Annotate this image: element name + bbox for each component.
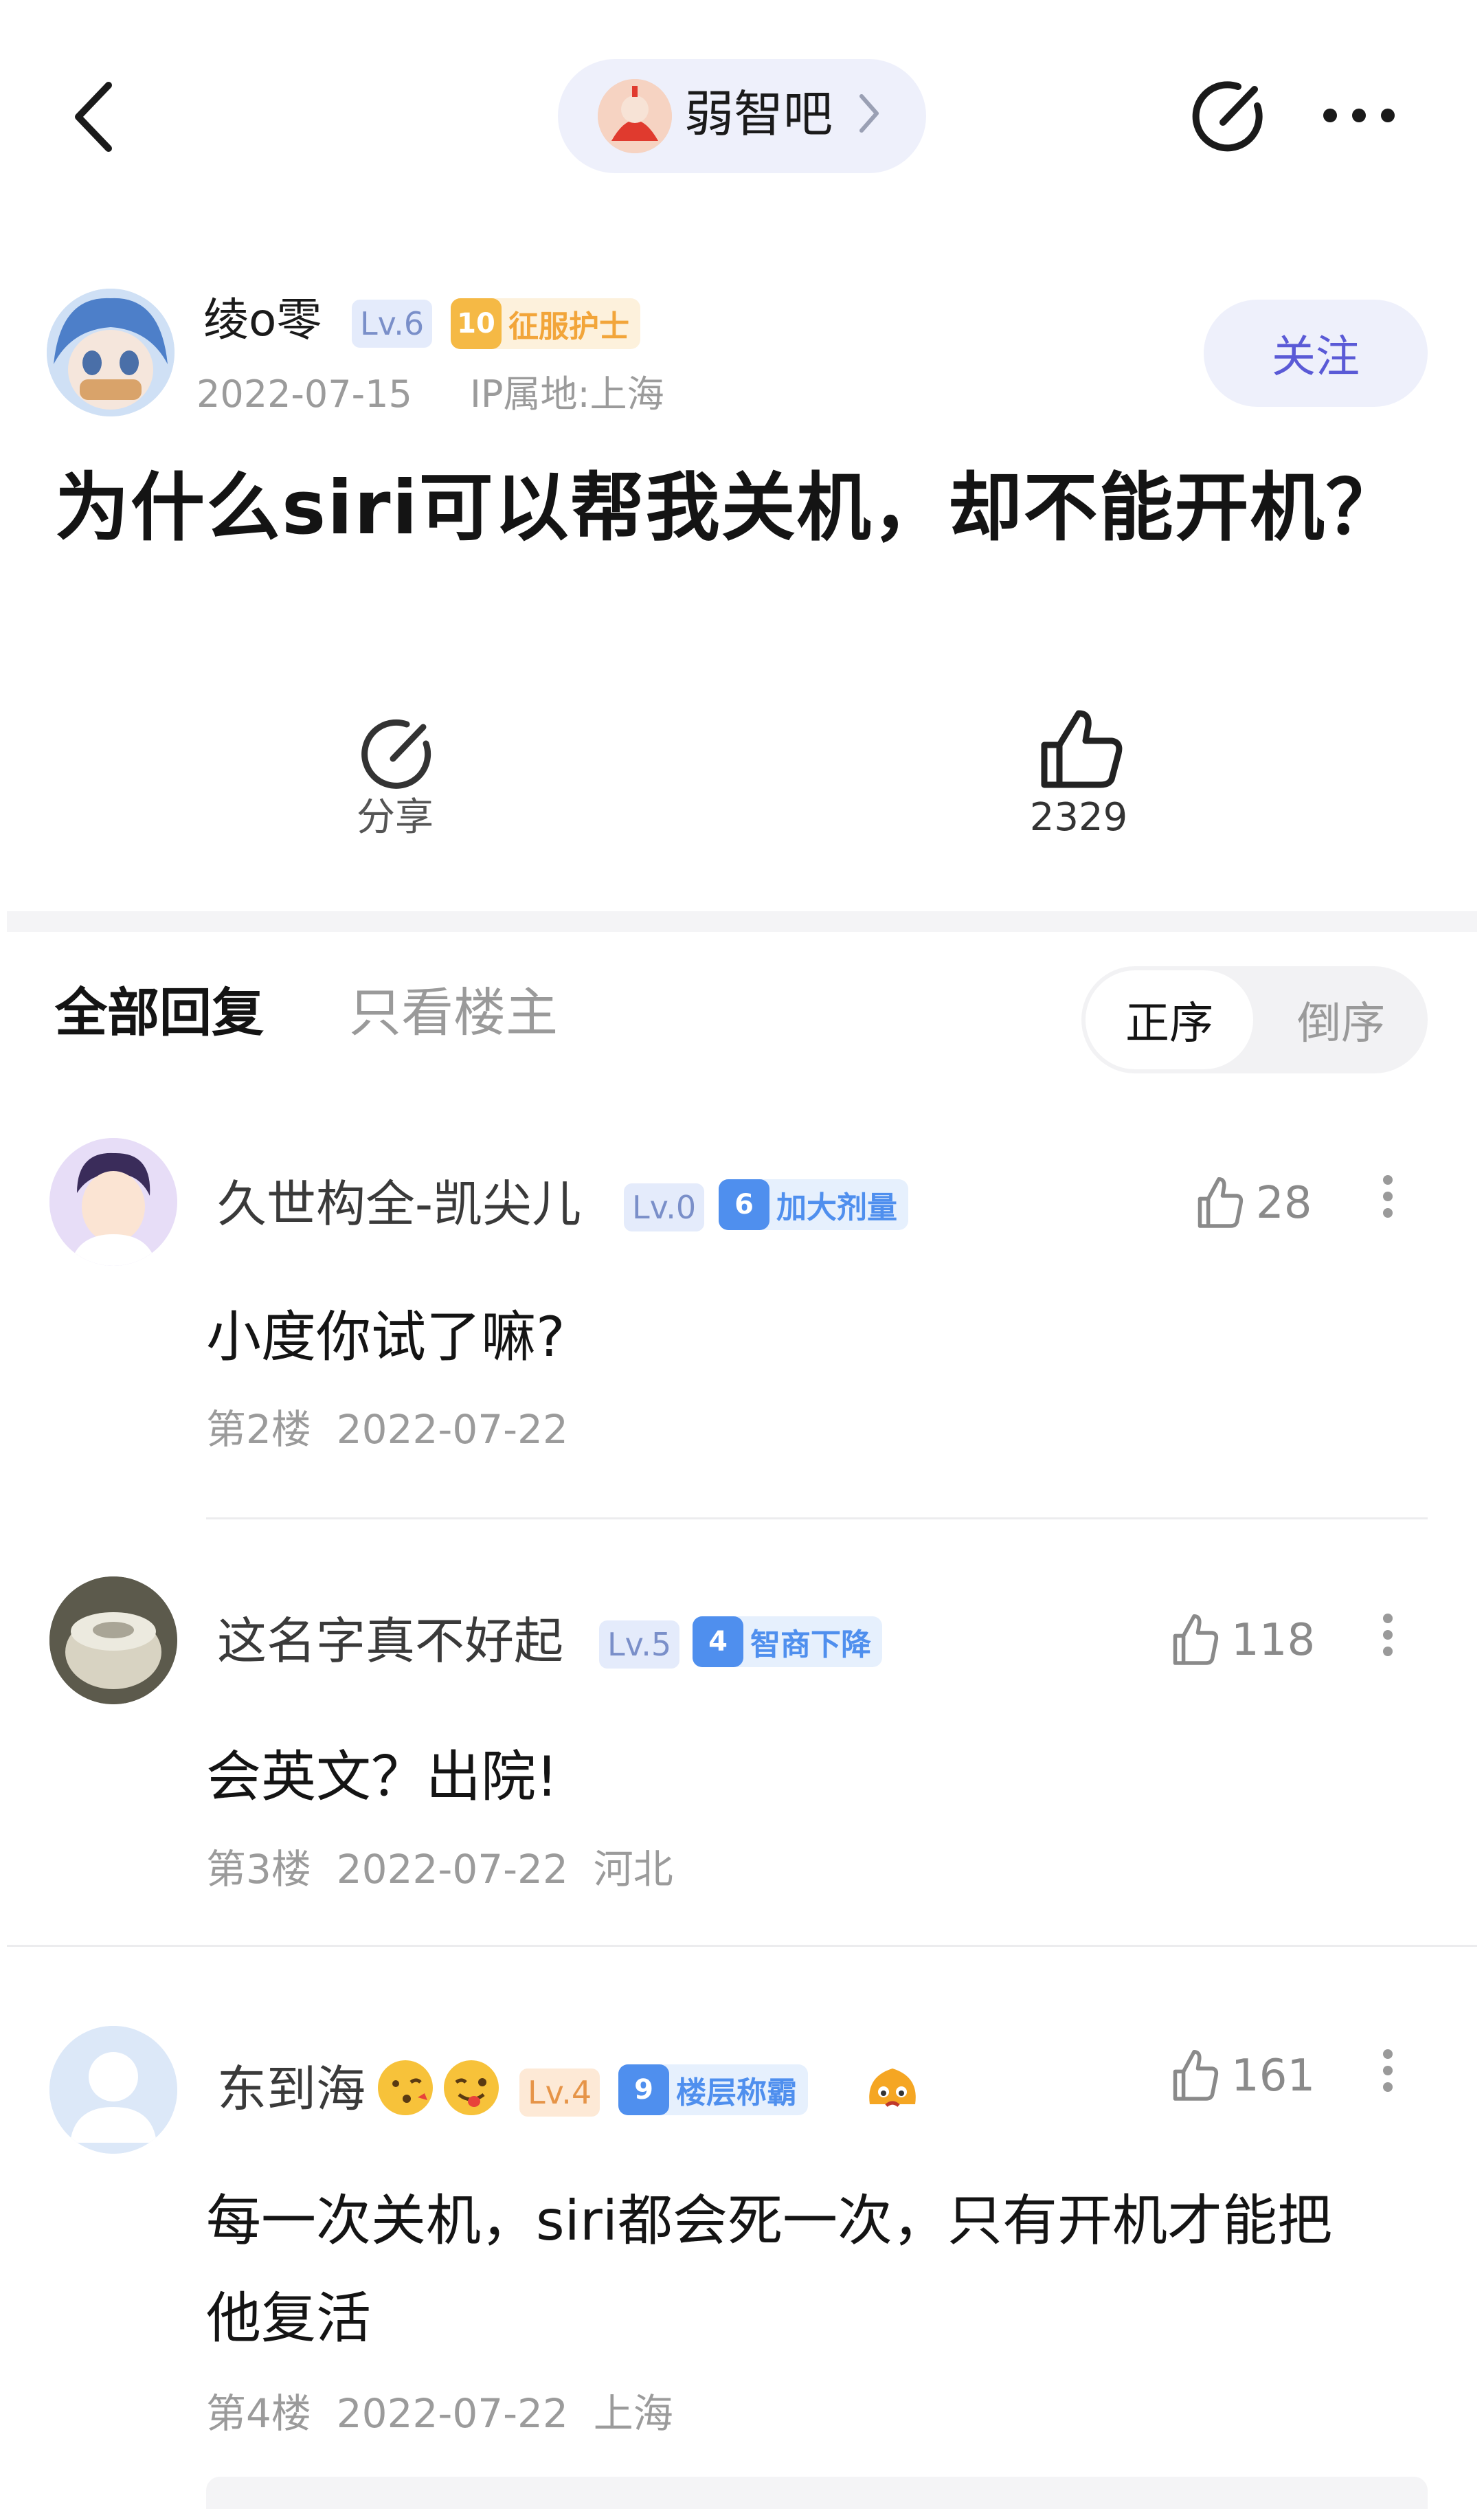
title-badge-text: 征服护士	[508, 309, 629, 344]
comment-body-line: 他复活	[206, 2286, 371, 2350]
author-avatar[interactable]	[47, 289, 175, 416]
kissing-emoji-icon	[376, 2059, 434, 2119]
sub-reply-box[interactable]	[206, 2477, 1428, 2509]
thumbs-up-icon	[1173, 1614, 1219, 1665]
comment-like-count: 118	[1231, 1615, 1316, 1666]
commenter-name[interactable]: 东到海	[217, 2055, 366, 2123]
comment-like-button[interactable]: 28	[1189, 1172, 1319, 1234]
title-level-number: 9	[618, 2064, 669, 2115]
title-level-number: 4	[693, 1616, 743, 1667]
share-icon[interactable]	[1189, 76, 1268, 155]
back-button[interactable]	[63, 76, 125, 158]
author-name[interactable]: 绫o零	[203, 287, 322, 353]
forum-name[interactable]: 弱智吧	[684, 80, 833, 148]
thumbs-up-icon	[1198, 1177, 1244, 1228]
forum-avatar	[598, 79, 672, 153]
comment-date: 2022-07-22	[336, 1406, 568, 1453]
commenter-name[interactable]: 久世构全-凯尖儿	[217, 1170, 581, 1238]
sort-desc-button[interactable]: 倒序	[1264, 970, 1418, 1069]
more-dots-icon[interactable]	[1319, 96, 1399, 135]
chevron-right-icon	[855, 89, 882, 140]
comment-location: 上海	[593, 2390, 673, 2437]
comment-body: 小度你试了嘛?	[206, 1305, 565, 1369]
sort-asc-button[interactable]: 正序	[1086, 970, 1253, 1069]
level-badge: Lv.6	[352, 300, 433, 348]
section-divider	[7, 911, 1477, 932]
thumbs-up-icon	[1173, 2050, 1219, 2101]
title-level-number: 6	[719, 1179, 769, 1230]
follow-button[interactable]: 关注	[1204, 300, 1428, 407]
like-action[interactable]: 2329	[1024, 705, 1134, 849]
comment-more-icon[interactable]	[1374, 1607, 1402, 1663]
sticker-icon	[863, 2063, 922, 2121]
share-action[interactable]: 分享	[344, 708, 447, 845]
thumbs-up-icon	[1041, 710, 1123, 788]
comment-more-icon[interactable]	[1374, 1168, 1402, 1225]
comment-divider	[206, 1517, 1428, 1519]
comment-meta: 第4楼 2022-07-22 上海	[206, 2386, 673, 2441]
winking-tongue-emoji-icon	[442, 2059, 500, 2119]
comment-like-count: 28	[1256, 1178, 1312, 1229]
title-badge: 6 加大剂量	[719, 1179, 908, 1230]
tab-all-replies[interactable]: 全部回复	[55, 979, 264, 1047]
floor-number: 第2楼	[206, 1406, 311, 1453]
level-badge: Lv.4	[519, 2068, 600, 2117]
title-badge-text: 楼层称霸	[676, 2075, 797, 2110]
level-badge: Lv.0	[624, 1183, 705, 1231]
comment-body: 会英文？出院!	[206, 1745, 559, 1809]
comment-like-button[interactable]: 161	[1164, 2045, 1322, 2107]
commenter-avatar[interactable]	[49, 1138, 177, 1266]
comment-date: 2022-07-22	[336, 1846, 568, 1893]
title-level-number: 10	[451, 298, 502, 349]
title-badge-text: 智商下降	[750, 1627, 871, 1662]
comment-meta: 第2楼 2022-07-22	[206, 1402, 568, 1457]
comment-more-icon[interactable]	[1374, 2042, 1402, 2099]
like-count: 2329	[1029, 795, 1128, 840]
ip-location: IP属地:上海	[470, 372, 664, 416]
commenter-avatar[interactable]	[49, 1576, 177, 1704]
floor-number: 第3楼	[206, 1846, 311, 1893]
comment-date: 2022-07-22	[336, 2390, 568, 2437]
comment-like-button[interactable]: 118	[1164, 1609, 1322, 1671]
comment-divider	[7, 1945, 1477, 1947]
chevron-left-icon	[75, 82, 112, 152]
floor-number: 第4楼	[206, 2390, 311, 2437]
title-badge-text: 加大剂量	[776, 1190, 897, 1225]
comment-meta: 第3楼 2022-07-22 河北	[206, 1842, 673, 1897]
commenter-avatar[interactable]	[49, 2026, 177, 2154]
level-badge: Lv.5	[599, 1620, 680, 1669]
title-badge: 4 智商下降	[693, 1616, 882, 1667]
comment-like-count: 161	[1231, 2051, 1316, 2101]
title-badge: 10 征服护士	[451, 298, 640, 349]
title-badge: 9 楼层称霸	[618, 2064, 808, 2115]
share-icon	[361, 719, 431, 789]
commenter-name[interactable]: 这名字真不好起	[217, 1607, 563, 1675]
post-date: 2022-07-15	[196, 372, 412, 416]
comment-location: 河北	[593, 1846, 673, 1893]
post-title: 为什么siri可以帮我关机，却不能开机？	[55, 465, 1402, 551]
tab-op-only[interactable]: 只看楼主	[349, 979, 558, 1047]
share-label: 分享	[357, 795, 434, 840]
comment-body-line: 每一次关机，siri都会死一次，只有开机才能把	[206, 2189, 1333, 2253]
